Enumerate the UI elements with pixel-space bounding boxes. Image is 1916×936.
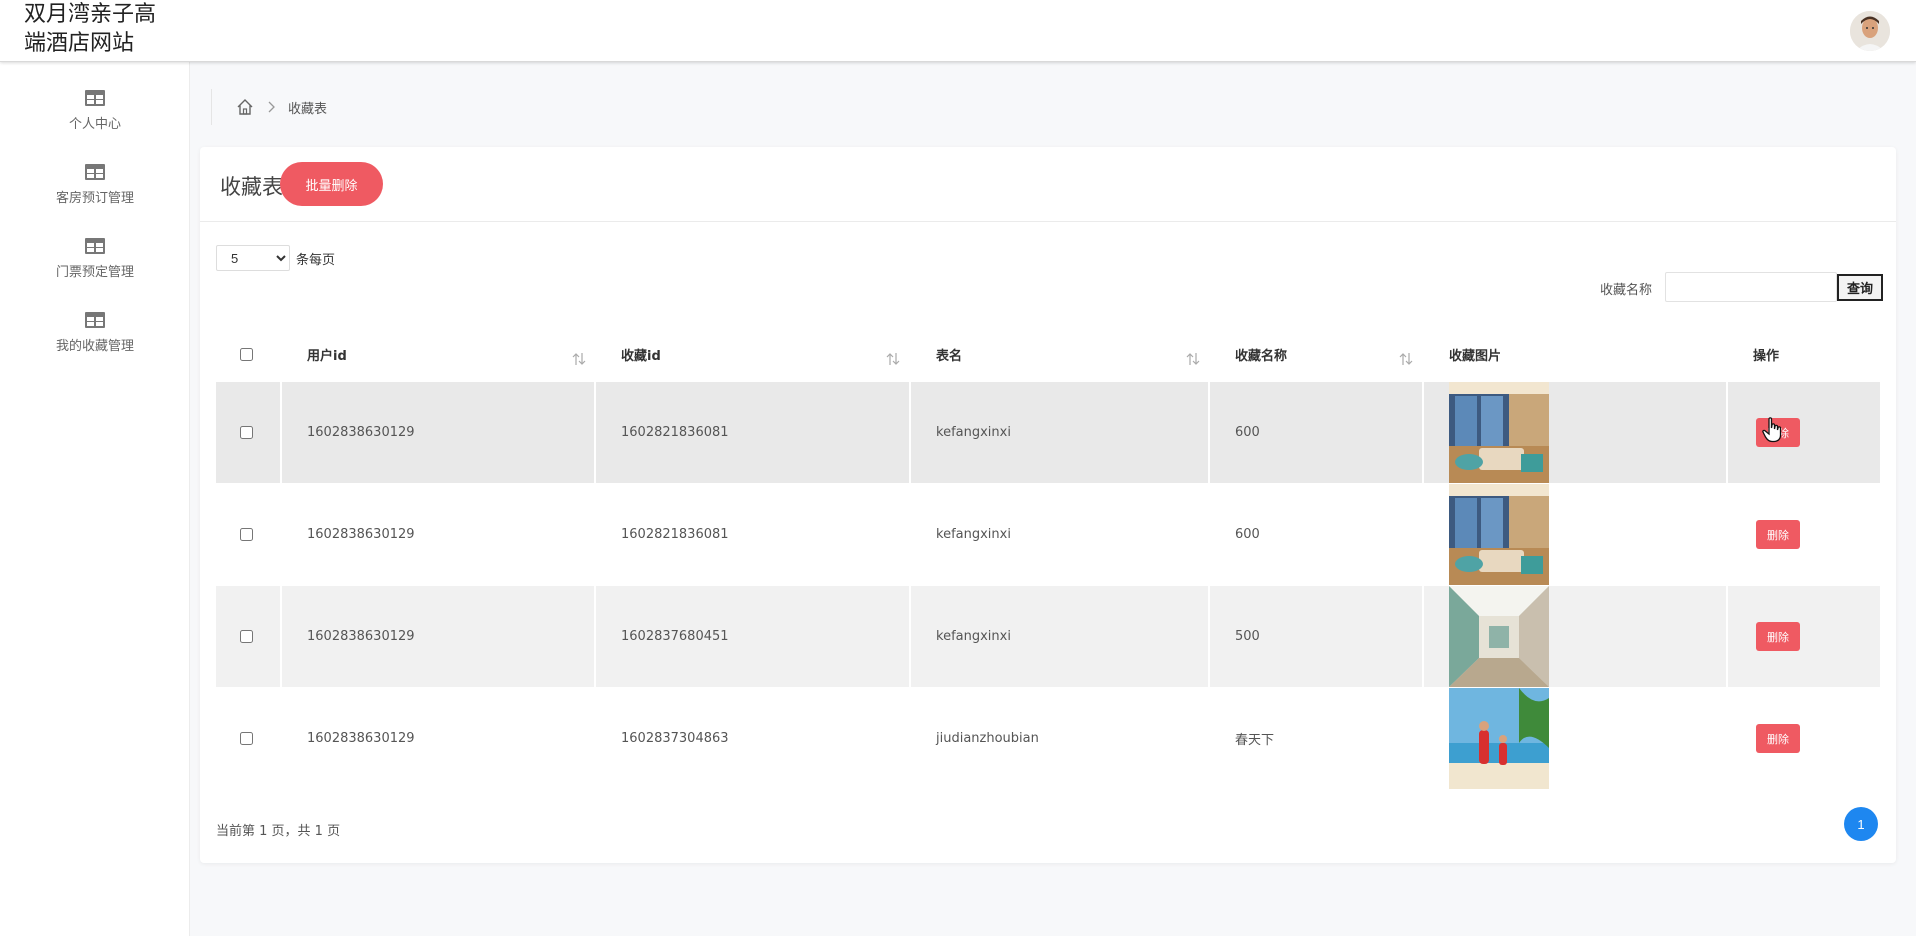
page-title: 收藏表 xyxy=(220,175,283,199)
table-icon xyxy=(85,312,105,328)
table-row: 1602838630129 1602837680451 kefangxinxi … xyxy=(216,586,1880,687)
top-bar: 双月湾亲子高端酒店网站 xyxy=(0,0,1916,62)
cell-fav-id: 1602821836081 xyxy=(621,527,729,542)
cell-fav-id: 1602821836081 xyxy=(621,425,729,440)
sidebar-item-label: 门票预定管理 xyxy=(55,265,134,280)
page-size-suffix: 条每页 xyxy=(296,252,336,268)
cell-table-name: kefangxinxi xyxy=(936,425,1011,440)
chevron-right-icon xyxy=(268,101,275,113)
search-input[interactable] xyxy=(1665,272,1837,302)
row-checkbox[interactable] xyxy=(240,426,253,439)
cell-fav-name: 500 xyxy=(1235,629,1260,644)
sort-icon[interactable] xyxy=(1185,351,1201,367)
batch-delete-button[interactable]: 批量删除 xyxy=(280,162,383,206)
search-button[interactable]: 查询 xyxy=(1837,274,1883,301)
sidebar: 个人中心 客房预订管理 门票预定管理 我的收藏管理 xyxy=(0,62,190,936)
cell-fav-id: 1602837304863 xyxy=(621,731,729,746)
breadcrumb: 收藏表 xyxy=(211,89,327,125)
hotel-room-photo xyxy=(1449,484,1549,585)
sort-icon[interactable] xyxy=(885,351,901,367)
breadcrumb-current: 收藏表 xyxy=(288,101,328,117)
cell-user-id: 1602838630129 xyxy=(307,731,415,746)
cell-fav-name: 600 xyxy=(1235,527,1260,542)
sidebar-item-room-booking[interactable]: 客房预订管理 xyxy=(0,146,190,220)
site-title: 双月湾亲子高端酒店网站 xyxy=(24,2,157,56)
row-checkbox[interactable] xyxy=(240,732,253,745)
select-all-cell xyxy=(240,327,253,382)
delete-button[interactable]: 删除 xyxy=(1756,724,1800,753)
table-icon xyxy=(85,90,105,106)
page-button-1[interactable]: 1 xyxy=(1844,807,1878,841)
column-header-user-id[interactable]: 用户id xyxy=(307,327,347,382)
table-row: 1602838630129 1602837304863 jiudianzhoub… xyxy=(216,688,1880,789)
avatar[interactable] xyxy=(1850,11,1890,51)
search-label: 收藏名称 xyxy=(1600,283,1653,298)
sidebar-item-label: 我的收藏管理 xyxy=(55,339,134,354)
sidebar-item-ticket-booking[interactable]: 门票预定管理 xyxy=(0,220,190,294)
select-all-checkbox[interactable] xyxy=(240,348,253,361)
hotel-corridor-photo xyxy=(1449,586,1549,687)
cell-table-name: kefangxinxi xyxy=(936,629,1011,644)
cell-fav-name: 春天下 xyxy=(1235,733,1275,748)
table-header: 用户id 收藏id 表名 收藏名称 收藏图片 操作 xyxy=(216,327,1880,382)
column-header-fav-name[interactable]: 收藏名称 xyxy=(1235,327,1287,382)
sidebar-item-personal-center[interactable]: 个人中心 xyxy=(0,72,190,146)
cell-user-id: 1602838630129 xyxy=(307,425,415,440)
column-header-actions: 操作 xyxy=(1753,349,1780,364)
hand-cursor-icon xyxy=(1762,417,1782,443)
sidebar-item-label: 客房预订管理 xyxy=(55,191,134,206)
delete-button[interactable]: 删除 xyxy=(1756,520,1800,549)
table-row: 1602838630129 1602821836081 kefangxinxi … xyxy=(216,484,1880,585)
column-header-table-name[interactable]: 表名 xyxy=(936,327,962,382)
beach-family-photo xyxy=(1449,688,1549,789)
cell-table-name: kefangxinxi xyxy=(936,527,1011,542)
row-checkbox[interactable] xyxy=(240,630,253,643)
page-size-select[interactable]: 5 xyxy=(216,245,290,271)
table-icon xyxy=(85,164,105,180)
sidebar-item-my-favorites[interactable]: 我的收藏管理 xyxy=(0,294,190,368)
table-icon xyxy=(85,238,105,254)
cell-table-name: jiudianzhoubian xyxy=(936,731,1039,746)
favorites-card: 收藏表 批量删除 5 条每页 收藏名称 查询 用户id 收藏id 表名 收藏名称… xyxy=(200,147,1896,863)
table-row: 1602838630129 1602821836081 kefangxinxi … xyxy=(216,382,1880,483)
cell-user-id: 1602838630129 xyxy=(307,527,415,542)
sort-icon[interactable] xyxy=(1398,351,1414,367)
column-header-fav-id[interactable]: 收藏id xyxy=(621,327,661,382)
cell-user-id: 1602838630129 xyxy=(307,629,415,644)
cell-fav-id: 1602837680451 xyxy=(621,629,729,644)
delete-button[interactable]: 删除 xyxy=(1756,622,1800,651)
column-header-fav-image: 收藏图片 xyxy=(1449,349,1502,364)
hotel-room-photo xyxy=(1449,382,1549,483)
sort-icon[interactable] xyxy=(571,351,587,367)
card-header: 收藏表 批量删除 xyxy=(200,147,1896,222)
home-icon[interactable] xyxy=(236,98,254,116)
page-size-control: 5 条每页 xyxy=(216,245,335,271)
cell-fav-name: 600 xyxy=(1235,425,1260,440)
row-checkbox[interactable] xyxy=(240,528,253,541)
pager-summary: 当前第 1 页，共 1 页 xyxy=(216,824,341,839)
sidebar-item-label: 个人中心 xyxy=(68,117,121,132)
